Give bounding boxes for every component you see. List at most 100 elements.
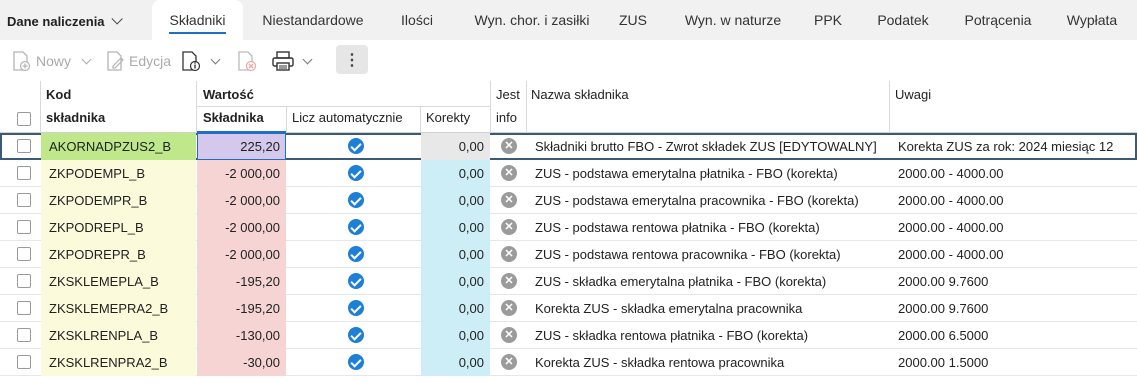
tab-skladniki[interactable]: Składniki (152, 0, 243, 40)
korekty-cell[interactable]: 0,00 (421, 214, 490, 241)
dropdown-label: Dane naliczenia (7, 13, 105, 29)
kod-cell[interactable]: ZKPODREPL_B (41, 214, 196, 241)
new-button[interactable]: Nowy (10, 47, 92, 75)
tab-wyn-w-naturze[interactable]: Wyn. w naturze (674, 0, 792, 40)
nazwa-skladnika-cell[interactable]: ZUS - podstawa emerytalna pracownika - F… (527, 187, 889, 214)
nazwa-skladnika-cell[interactable]: Korekta ZUS - składka rentowa pracownika (527, 349, 889, 376)
header-skladnika[interactable]: Składnika (203, 110, 264, 126)
wartosc-cell[interactable]: -130,00 (197, 322, 286, 349)
row-checkbox[interactable] (17, 220, 31, 234)
print-button[interactable] (271, 47, 313, 75)
tab-podatek[interactable]: Podatek (867, 0, 939, 40)
nazwa-skladnika-cell[interactable]: ZUS - podstawa emerytalna płatnika - FBO… (527, 160, 889, 187)
document-info-icon (182, 51, 201, 72)
check-circle-icon (348, 273, 364, 289)
uwagi-cell[interactable]: 2000.00 - 4000.00 (890, 241, 1137, 268)
korekty-cell[interactable]: 0,00 (421, 295, 490, 322)
row-checkbox[interactable] (17, 274, 31, 288)
row-checkbox[interactable] (17, 355, 31, 369)
delete-document-button[interactable] (236, 47, 258, 75)
info-x-icon: ✕ (501, 219, 517, 235)
select-all-checkbox[interactable] (17, 112, 31, 126)
table-row[interactable]: ZKPODREPL_B -2 000,00 0,00 ✕ ZUS - podstawa … (0, 214, 1137, 241)
uwagi-cell[interactable]: 2000.00 1.5000 (890, 349, 1137, 376)
kod-cell[interactable]: ZKPODREPR_B (41, 241, 196, 268)
tab-niestandardowe[interactable]: Niestandardowe (250, 0, 376, 40)
table-row[interactable]: ZKSKLEMEPLA_B -195,20 0,00 ✕ ZUS - składka e… (0, 268, 1137, 295)
tab-ppk[interactable]: PPK (805, 0, 851, 40)
document-info-button[interactable] (180, 47, 221, 75)
uwagi-cell[interactable]: 2000.00 - 4000.00 (890, 187, 1137, 214)
korekty-cell[interactable]: 0,00 (421, 133, 490, 160)
uwagi-cell[interactable]: Korekta ZUS za rok: 2024 miesiąc 12 (890, 133, 1137, 160)
table-row[interactable]: ZKSKLRENPLA_B -130,00 0,00 ✕ ZUS - składka r… (0, 322, 1137, 349)
header-korekty[interactable]: Korekty (426, 110, 470, 126)
dane-naliczenia-dropdown[interactable]: Dane naliczenia (7, 11, 123, 31)
kod-cell[interactable]: ZKSKLRENPLA_B (41, 322, 196, 349)
korekty-cell[interactable]: 0,00 (421, 268, 490, 295)
tab-wyn-chor[interactable]: Wyn. chor. i zasiłki (460, 0, 604, 40)
tab-zus[interactable]: ZUS (610, 0, 656, 40)
table-row[interactable]: ZKPODEMPR_B -2 000,00 0,00 ✕ ZUS - podstawa … (0, 187, 1137, 214)
check-circle-icon (348, 300, 364, 316)
tab-wyplata[interactable]: Wypłata (1057, 0, 1127, 40)
wartosc-cell[interactable]: -2 000,00 (197, 187, 286, 214)
wartosc-cell[interactable]: 225,20 (197, 133, 286, 160)
nazwa-skladnika-cell[interactable]: ZUS - podstawa rentowa płatnika - FBO (k… (527, 214, 889, 241)
table-row[interactable]: ZKSKLEMEPRA2_B -195,20 0,00 ✕ Korekta ZUS - … (0, 295, 1137, 322)
tab-bar: Dane naliczenia Składniki Niestandardowe… (0, 0, 1137, 40)
kod-cell[interactable]: ZKSKLRENPRA2_B (41, 349, 196, 376)
header-nazwa-skladnika[interactable]: Nazwa składnika (531, 87, 629, 103)
row-checkbox[interactable] (17, 328, 31, 342)
row-checkbox[interactable] (17, 139, 31, 153)
korekty-cell[interactable]: 0,00 (421, 160, 490, 187)
check-circle-icon (348, 246, 364, 262)
korekty-cell[interactable]: 0,00 (421, 322, 490, 349)
info-x-icon: ✕ (501, 192, 517, 208)
wartosc-cell[interactable]: -2 000,00 (197, 241, 286, 268)
wartosc-cell[interactable]: -195,20 (197, 295, 286, 322)
kod-cell[interactable]: AKORNADPZUS2_B (41, 133, 196, 160)
info-x-icon: ✕ (501, 300, 517, 316)
kod-cell[interactable]: ZKSKLEMEPRA2_B (41, 295, 196, 322)
header-uwagi[interactable]: Uwagi (895, 87, 931, 103)
header-licz-automatycznie[interactable]: Licz automatycznie (292, 110, 403, 126)
nazwa-skladnika-cell[interactable]: ZUS - składka rentowa płatnika - FBO (ko… (527, 322, 889, 349)
kod-cell[interactable]: ZKPODEMPL_B (41, 160, 196, 187)
nazwa-skladnika-cell[interactable]: Składniki brutto FBO - Zwrot składek ZUS… (527, 133, 889, 160)
kod-cell[interactable]: ZKSKLEMEPLA_B (41, 268, 196, 295)
uwagi-cell[interactable]: 2000.00 - 4000.00 (890, 160, 1137, 187)
table-row[interactable]: ZKPODEMPL_B -2 000,00 0,00 ✕ ZUS - podstawa … (0, 160, 1137, 187)
uwagi-cell[interactable]: 2000.00 9.7600 (890, 268, 1137, 295)
row-checkbox[interactable] (17, 247, 31, 261)
check-circle-icon (348, 219, 364, 235)
uwagi-cell[interactable]: 2000.00 6.5000 (890, 322, 1137, 349)
uwagi-cell[interactable]: 2000.00 - 4000.00 (890, 214, 1137, 241)
table-row[interactable]: ZKPODREPR_B -2 000,00 0,00 ✕ ZUS - podstawa … (0, 241, 1137, 268)
nazwa-skladnika-cell[interactable]: ZUS - podstawa rentowa pracownika - FBO … (527, 241, 889, 268)
header-jest-info[interactable]: Jest (496, 87, 520, 103)
edit-button[interactable]: Edycja (104, 47, 171, 75)
wartosc-cell[interactable]: -195,20 (197, 268, 286, 295)
check-circle-icon (348, 138, 364, 154)
nazwa-skladnika-cell[interactable]: Korekta ZUS - składka emerytalna pracown… (527, 295, 889, 322)
row-checkbox[interactable] (17, 166, 31, 180)
wartosc-cell[interactable]: -30,00 (197, 349, 286, 376)
uwagi-cell[interactable]: 2000.00 9.7600 (890, 295, 1137, 322)
check-circle-icon (348, 192, 364, 208)
korekty-cell[interactable]: 0,00 (421, 349, 490, 376)
tab-ilosci[interactable]: Ilości (388, 0, 446, 40)
korekty-cell[interactable]: 0,00 (421, 241, 490, 268)
table-row[interactable]: AKORNADPZUS2_B 225,20 0,00 ✕ Składniki brutt… (0, 133, 1137, 160)
row-checkbox[interactable] (17, 193, 31, 207)
more-options-button[interactable]: ⋮ (336, 45, 368, 74)
tab-potracenia[interactable]: Potrącenia (953, 0, 1043, 40)
wartosc-cell[interactable]: -2 000,00 (197, 214, 286, 241)
nazwa-skladnika-cell[interactable]: ZUS - składka emerytalna płatnika - FBO … (527, 268, 889, 295)
table-row[interactable]: ZKSKLRENPRA2_B -30,00 0,00 ✕ Korekta ZUS - s… (0, 349, 1137, 376)
row-checkbox[interactable] (17, 301, 31, 315)
table-header: Kod składnika Wartość Składnika Licz aut… (0, 81, 1137, 133)
korekty-cell[interactable]: 0,00 (421, 187, 490, 214)
kod-cell[interactable]: ZKPODEMPR_B (41, 187, 196, 214)
wartosc-cell[interactable]: -2 000,00 (197, 160, 286, 187)
